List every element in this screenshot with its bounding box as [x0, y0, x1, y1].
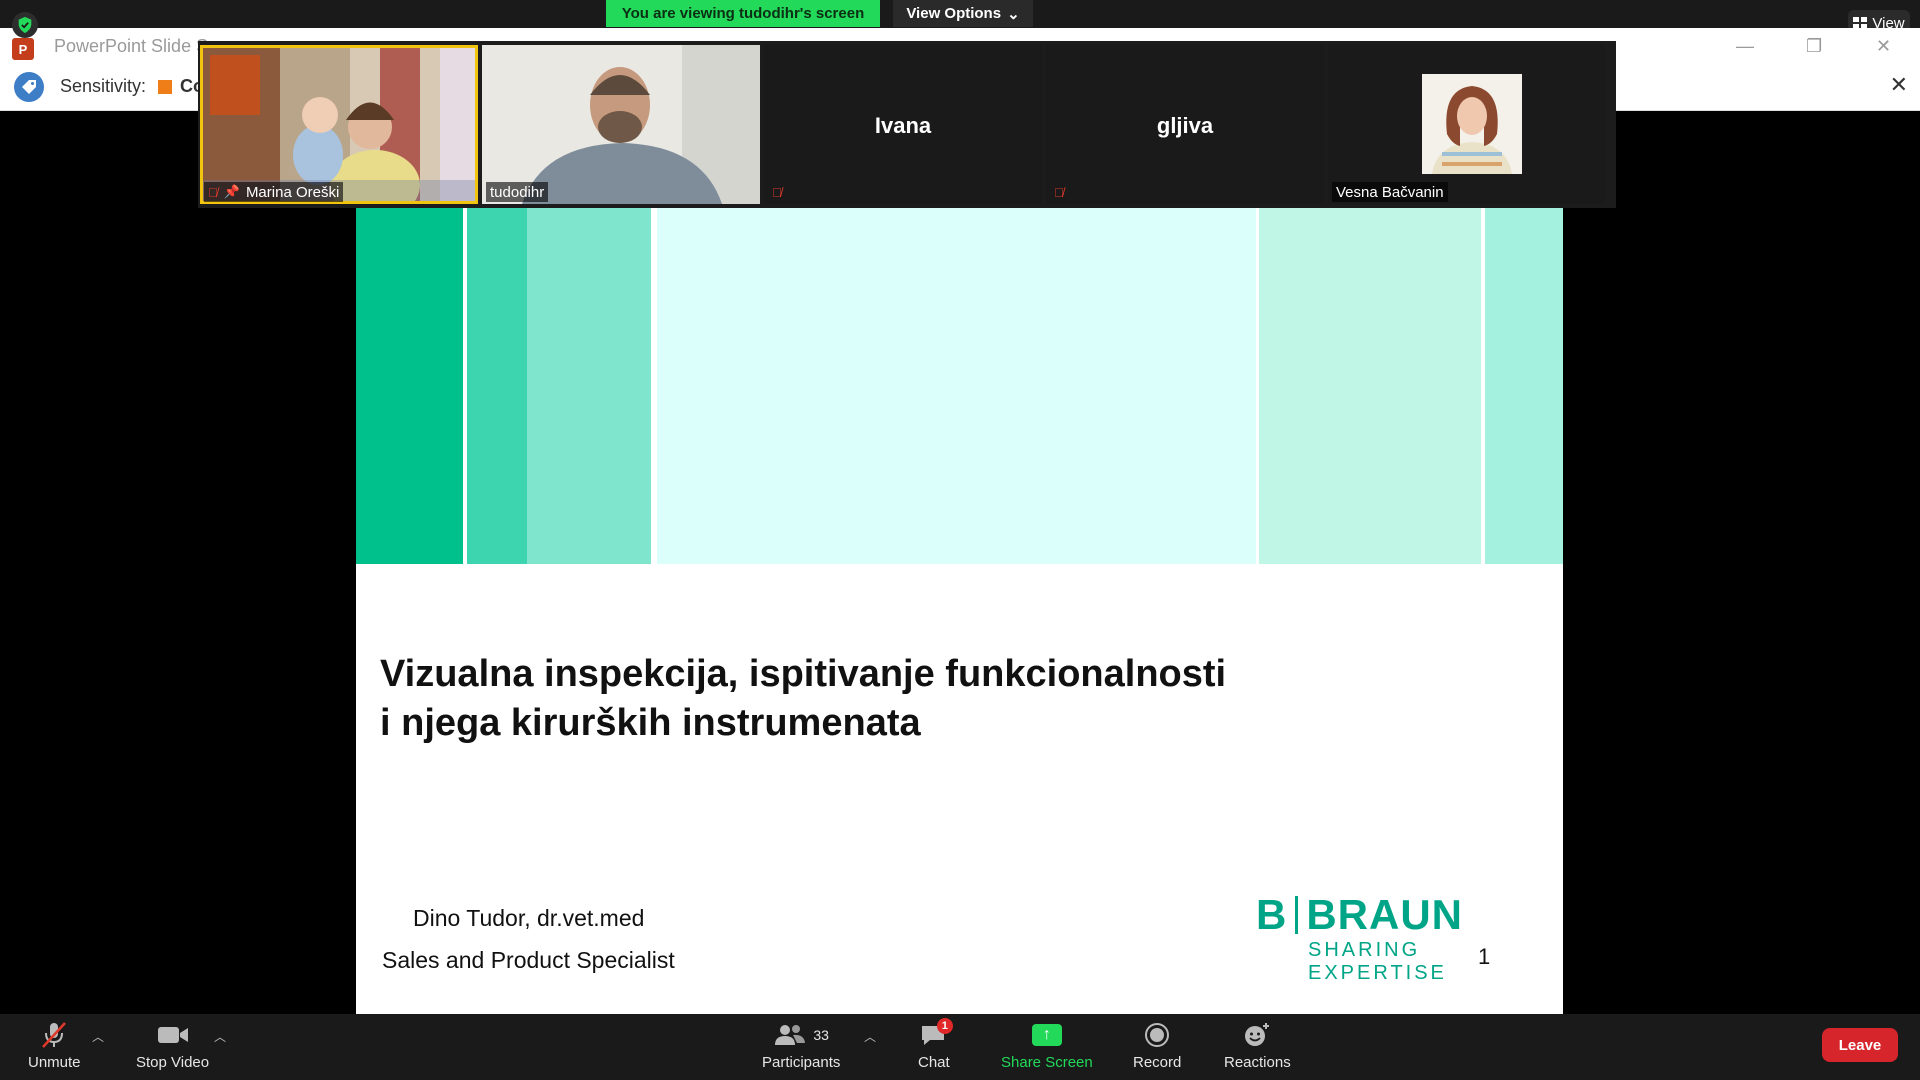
sensitivity-color-chip — [158, 80, 172, 94]
logo-letter: B — [1256, 891, 1288, 938]
participant-name-label: Vesna Bačvanin — [1332, 182, 1448, 202]
meeting-toolbar: Unmute ︿ Stop Video ︿ 33 Participants ︿ … — [0, 1014, 1920, 1080]
reactions-button[interactable]: Reactions — [1224, 1020, 1291, 1071]
unmute-button[interactable]: Unmute — [28, 1020, 81, 1071]
decor-band — [657, 208, 1256, 564]
chevron-down-icon: ⌄ — [1007, 5, 1020, 23]
video-options-chevron-icon[interactable]: ︿ — [214, 1028, 226, 1045]
logo-divider — [1295, 896, 1299, 934]
presenter-role: Sales and Product Specialist — [382, 947, 675, 973]
participant-video — [482, 45, 760, 204]
avatar — [1422, 74, 1522, 174]
shared-slide: Vizualna inspekcija, ispitivanje funkcio… — [356, 208, 1563, 1014]
participant-name-label: 🎙̸ 📌 Marina Oreški — [204, 182, 344, 202]
close-sensitivity-icon[interactable]: ✕ — [1890, 72, 1908, 98]
record-label: Record — [1133, 1054, 1182, 1071]
zoom-top-bar: You are viewing tudodihr's screen View O… — [0, 0, 1920, 36]
participant-tile[interactable]: tudodihr — [482, 45, 760, 204]
powerpoint-icon: P — [12, 38, 34, 60]
chat-icon: 1 — [919, 1018, 953, 1050]
pin-icon: 📌 — [223, 184, 240, 199]
decor-band — [1485, 208, 1563, 564]
close-window-icon[interactable]: ✕ — [1876, 36, 1891, 57]
logo-tagline: SHARING EXPERTISE — [1308, 939, 1447, 984]
presenter-name: Dino Tudor, dr.vet.med — [413, 905, 645, 931]
participant-tile[interactable]: Ivana 🎙̸ — [764, 45, 1042, 204]
participant-name: tudodihr — [490, 183, 545, 201]
participant-tile[interactable]: gljiva 🎙̸ — [1046, 45, 1324, 204]
slide-title: Vizualna inspekcija, ispitivanje funkcio… — [380, 650, 1480, 748]
stop-video-label: Stop Video — [136, 1054, 210, 1071]
mic-muted-icon — [39, 1020, 69, 1050]
record-button[interactable]: Record — [1133, 1020, 1181, 1071]
mic-muted-icon: 🎙̸ — [772, 184, 782, 200]
slide-title-line: Vizualna inspekcija, ispitivanje funkcio… — [380, 653, 1227, 695]
participant-name: Ivana — [874, 113, 932, 138]
record-icon — [1144, 1020, 1170, 1050]
smiley-plus-icon — [1242, 1020, 1272, 1050]
share-screen-button[interactable]: ↑ Share Screen — [1001, 1020, 1093, 1071]
participants-count: 33 — [813, 1027, 829, 1043]
logo-wordmark: BRAUN — [1306, 891, 1463, 938]
view-options-label: View Options — [906, 5, 1002, 22]
participant-name-label: 🎙̸ — [1050, 182, 1068, 202]
chat-button[interactable]: 1 Chat — [918, 1018, 953, 1071]
chat-unread-badge: 1 — [936, 1018, 953, 1034]
security-shield-icon[interactable] — [12, 12, 38, 38]
participant-video-strip: 🎙̸ 📌 Marina Oreški tudodihr Ivana 🎙̸ glj… — [198, 41, 1616, 208]
participant-tile[interactable]: 🎙̸ 📌 Marina Oreški — [200, 45, 478, 204]
sensitivity-label: Sensitivity: — [60, 76, 147, 96]
participants-options-chevron-icon[interactable]: ︿ — [864, 1028, 876, 1045]
restore-icon[interactable]: ❐ — [1806, 36, 1822, 57]
slide-title-line: i njega kirurških instrumenata — [380, 702, 921, 744]
mic-muted-icon: 🎙̸ — [1054, 184, 1064, 200]
participant-video — [200, 45, 478, 204]
window-title: PowerPoint Slide S — [54, 36, 209, 56]
mic-muted-icon: 🎙̸ — [208, 184, 218, 200]
sensitivity-tag-icon — [14, 72, 44, 102]
minimize-icon[interactable]: — — [1736, 36, 1754, 57]
view-options-button[interactable]: View Options ⌄ — [893, 0, 1033, 27]
audio-options-chevron-icon[interactable]: ︿ — [92, 1028, 104, 1045]
participant-tile[interactable]: Vesna Bačvanin — [1328, 45, 1606, 204]
participant-name: gljiva — [1156, 113, 1214, 138]
participants-label: Participants — [762, 1054, 841, 1071]
unmute-label: Unmute — [28, 1054, 81, 1071]
decor-band — [356, 208, 463, 564]
participant-name: Vesna Bačvanin — [1336, 183, 1444, 201]
bbraun-logo: B BRAUN SHARING EXPERTISE — [1256, 891, 1556, 985]
decor-band — [467, 208, 527, 564]
viewing-screen-banner: You are viewing tudodihr's screen — [606, 0, 880, 27]
decor-band — [1259, 208, 1481, 564]
chat-label: Chat — [918, 1054, 950, 1071]
leave-meeting-button[interactable]: Leave — [1822, 1028, 1898, 1062]
participant-name-label: tudodihr — [486, 182, 549, 202]
stop-video-button[interactable]: Stop Video — [136, 1020, 209, 1071]
video-camera-icon — [157, 1020, 189, 1050]
participants-icon: 33 — [773, 1020, 829, 1050]
participants-button[interactable]: 33 Participants — [762, 1020, 840, 1071]
participant-name-label: 🎙̸ — [768, 182, 786, 202]
reactions-label: Reactions — [1224, 1054, 1291, 1071]
slide-number: 1 — [1478, 944, 1491, 969]
share-screen-label: Share Screen — [1001, 1054, 1093, 1071]
decor-band — [527, 208, 651, 564]
participant-name: Marina Oreški — [245, 183, 340, 201]
share-screen-icon: ↑ — [1031, 1020, 1062, 1050]
